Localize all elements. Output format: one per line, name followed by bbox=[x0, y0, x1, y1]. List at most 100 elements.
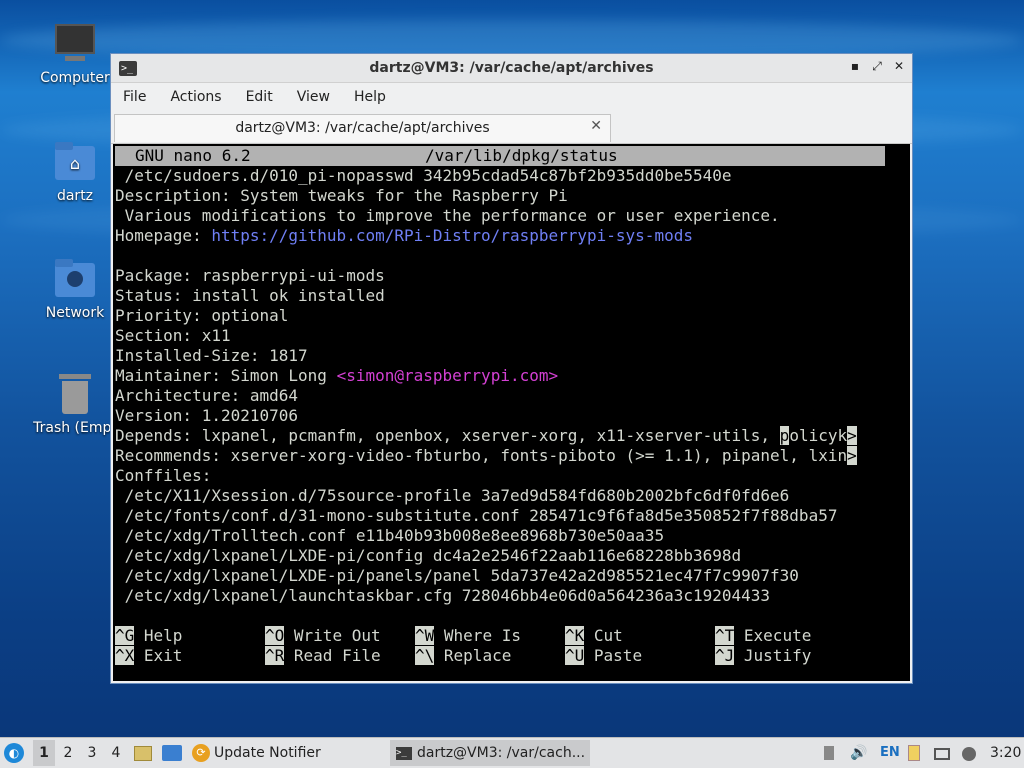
menu-help[interactable]: Help bbox=[342, 89, 398, 105]
task-label: dartz@VM3: /var/cach... bbox=[417, 745, 586, 761]
terminal-task-icon: >_ bbox=[396, 746, 412, 760]
text-cursor: p bbox=[779, 426, 790, 445]
network-icon[interactable] bbox=[934, 740, 954, 766]
workspace-2[interactable]: 2 bbox=[58, 740, 78, 766]
shortcut-label: Where Is bbox=[443, 626, 521, 645]
window-titlebar[interactable]: >_ dartz@VM3: /var/cache/apt/archives ▪ … bbox=[111, 54, 912, 83]
file-manager-launcher[interactable] bbox=[134, 740, 156, 766]
nano-version: GNU nano 6.2 bbox=[135, 146, 251, 165]
menu-actions[interactable]: Actions bbox=[158, 89, 233, 105]
shortcut-label: Read File bbox=[293, 646, 381, 665]
shortcut-label: Replace bbox=[443, 646, 512, 665]
shortcut-read-file[interactable]: ^R Read File bbox=[265, 646, 381, 666]
text-line: Recommends: xserver-xorg-video-fbturbo, … bbox=[115, 446, 857, 466]
workspace-4[interactable]: 4 bbox=[106, 740, 126, 766]
folder-icon bbox=[134, 746, 152, 761]
menu-file[interactable]: File bbox=[111, 89, 158, 105]
maintainer-key: Maintainer: Simon Long bbox=[115, 366, 337, 385]
keyboard-layout[interactable]: EN bbox=[880, 740, 902, 766]
shortcut-key: ^G bbox=[115, 626, 135, 645]
shortcut-key: ^\ bbox=[415, 646, 435, 665]
menu-view[interactable]: View bbox=[285, 89, 342, 105]
shortcut-key: ^W bbox=[415, 626, 435, 645]
menu-edit[interactable]: Edit bbox=[234, 89, 285, 105]
shortcut-replace[interactable]: ^\ Replace bbox=[415, 646, 511, 666]
network-folder-icon bbox=[53, 257, 97, 301]
shortcut-label: Write Out bbox=[293, 626, 381, 645]
shortcut-help[interactable]: ^G Help bbox=[115, 626, 182, 646]
terminal-window: >_ dartz@VM3: /var/cache/apt/archives ▪ … bbox=[110, 53, 913, 684]
maximize-icon[interactable]: ⤢ bbox=[870, 59, 884, 74]
tray-arrow-icon[interactable] bbox=[824, 740, 840, 766]
close-icon[interactable]: ✕ bbox=[892, 59, 906, 74]
text-line: /etc/xdg/lxpanel/LXDE-pi/config dc4a2e25… bbox=[115, 546, 742, 565]
shortcut-key: ^J bbox=[715, 646, 735, 665]
text-line: /etc/xdg/lxpanel/LXDE-pi/panels/panel 5d… bbox=[115, 566, 799, 585]
tab-label: dartz@VM3: /var/cache/apt/archives bbox=[235, 120, 490, 136]
text-line: Package: raspberrypi-ui-mods bbox=[115, 266, 385, 285]
tab-close-icon[interactable]: ✕ bbox=[590, 118, 602, 134]
text-line: Various modifications to improve the per… bbox=[115, 206, 780, 225]
lubuntu-logo-icon: ◐ bbox=[4, 743, 24, 763]
text-line: Description: System tweaks for the Raspb… bbox=[115, 186, 568, 205]
notification-icon[interactable] bbox=[962, 740, 980, 766]
shortcut-label: Paste bbox=[593, 646, 643, 665]
workspace-1[interactable]: 1 bbox=[33, 740, 55, 766]
nano-filename: /var/lib/dpkg/status bbox=[425, 146, 618, 165]
volume-icon[interactable]: 🔊 bbox=[850, 740, 868, 766]
text-line: Priority: optional bbox=[115, 306, 289, 325]
shortcut-paste[interactable]: ^U Paste bbox=[565, 646, 642, 666]
task-label: Update Notifier bbox=[214, 745, 321, 761]
homepage-key: Homepage: bbox=[115, 226, 212, 245]
window-title: dartz@VM3: /var/cache/apt/archives bbox=[369, 60, 654, 76]
homepage-url: https://github.com/RPi-Distro/raspberryp… bbox=[211, 226, 693, 245]
text-line: Maintainer: Simon Long <simon@raspberryp… bbox=[115, 366, 558, 386]
update-notifier-icon: ⟳ bbox=[192, 744, 210, 762]
line-overflow-marker: > bbox=[847, 446, 857, 465]
tab-bar: dartz@VM3: /var/cache/apt/archives ✕ bbox=[111, 111, 912, 144]
computer-icon bbox=[53, 22, 97, 66]
text-line: Depends: lxpanel, pcmanfm, openbox, xser… bbox=[115, 426, 857, 446]
text-line: Homepage: https://github.com/RPi-Distro/… bbox=[115, 226, 693, 246]
task-terminal[interactable]: >_ dartz@VM3: /var/cach... bbox=[390, 740, 590, 766]
shortcut-key: ^T bbox=[715, 626, 735, 645]
shortcut-where-is[interactable]: ^W Where Is bbox=[415, 626, 521, 646]
text-line: Section: x11 bbox=[115, 326, 231, 345]
text-line: Architecture: amd64 bbox=[115, 386, 299, 405]
shortcut-label: Exit bbox=[143, 646, 183, 665]
tab-terminal[interactable]: dartz@VM3: /var/cache/apt/archives ✕ bbox=[114, 114, 611, 142]
clipboard-icon[interactable] bbox=[908, 740, 926, 766]
text-line: Conffiles: bbox=[115, 466, 212, 485]
text-line: /etc/fonts/conf.d/31-mono-substitute.con… bbox=[115, 506, 838, 525]
shortcut-key: ^K bbox=[565, 626, 585, 645]
text-line: /etc/X11/Xsession.d/75source-profile 3a7… bbox=[115, 486, 790, 505]
terminal-content[interactable]: GNU nano 6.2/var/lib/dpkg/status /etc/su… bbox=[113, 144, 910, 681]
start-menu-button[interactable]: ◐ bbox=[4, 740, 28, 766]
menu-bar: File Actions Edit View Help bbox=[111, 83, 912, 111]
shortcut-key: ^R bbox=[265, 646, 285, 665]
text-line: /etc/xdg/Trolltech.conf e11b40b93b008e8e… bbox=[115, 526, 665, 545]
shortcut-label: Justify bbox=[743, 646, 812, 665]
text-line: /etc/xdg/lxpanel/launchtaskbar.cfg 72804… bbox=[115, 586, 771, 605]
shortcut-key: ^U bbox=[565, 646, 585, 665]
clock[interactable]: 3:20 bbox=[990, 738, 1022, 768]
home-folder-icon: ⌂ bbox=[53, 140, 97, 184]
trash-icon bbox=[53, 372, 97, 416]
shortcut-key: ^X bbox=[115, 646, 135, 665]
minimize-icon[interactable]: ▪ bbox=[848, 59, 862, 74]
text-line: Installed-Size: 1817 bbox=[115, 346, 308, 365]
text-line: Version: 1.20210706 bbox=[115, 406, 299, 425]
shortcut-write-out[interactable]: ^O Write Out bbox=[265, 626, 381, 646]
shortcut-exit[interactable]: ^X Exit bbox=[115, 646, 182, 666]
shortcut-label: Cut bbox=[593, 626, 623, 645]
workspace-3[interactable]: 3 bbox=[82, 740, 102, 766]
show-desktop-button[interactable] bbox=[162, 740, 184, 766]
shortcut-cut[interactable]: ^K Cut bbox=[565, 626, 623, 646]
recommends-text: Recommends: xserver-xorg-video-fbturbo, … bbox=[115, 446, 848, 465]
shortcut-execute[interactable]: ^T Execute bbox=[715, 626, 811, 646]
shortcut-label: Execute bbox=[743, 626, 812, 645]
shortcut-justify[interactable]: ^J Justify bbox=[715, 646, 811, 666]
taskbar: ◐ 1 2 3 4 ⟳ Update Notifier >_ dartz@VM3: … bbox=[0, 737, 1024, 768]
line-overflow-marker: > bbox=[847, 426, 857, 445]
task-update-notifier[interactable]: ⟳ Update Notifier bbox=[192, 740, 372, 766]
